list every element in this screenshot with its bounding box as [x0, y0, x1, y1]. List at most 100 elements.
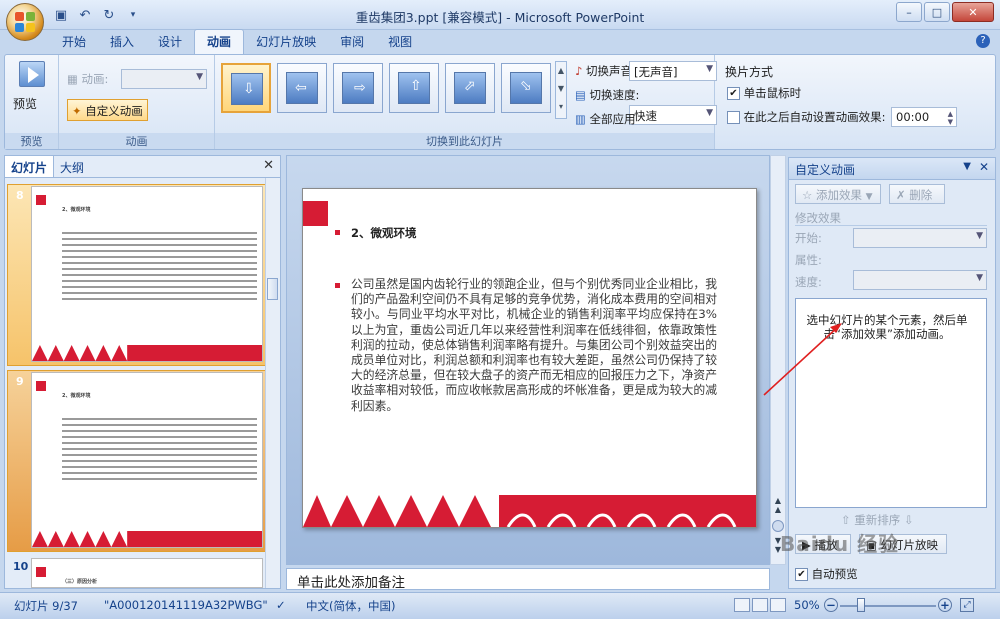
gallery-scroll[interactable]: ▲ ▼ ▾: [555, 61, 567, 119]
language-indicator[interactable]: 中文(简体，中国): [306, 598, 395, 614]
normal-view-icon[interactable]: [734, 598, 750, 612]
transition-sound-dropdown[interactable]: [无声音] ▼: [629, 61, 717, 81]
thumb-heading: 2、微观环境: [62, 393, 91, 399]
tab-design[interactable]: 设计: [146, 30, 194, 54]
current-slide[interactable]: 2、微观环境 公司虽然是国内齿轮行业的领跑企业，但与个别优秀同业企业相比，我们的…: [302, 188, 757, 528]
task-pane-menu-icon[interactable]: ▼: [963, 161, 971, 172]
transition-cover-down[interactable]: ⇩: [221, 63, 271, 113]
spinner-icon[interactable]: ▲ ▼: [948, 110, 953, 126]
redo-icon[interactable]: ↻: [100, 6, 118, 24]
zoom-in-icon[interactable]: +: [938, 598, 952, 612]
spell-check-icon[interactable]: ✓: [276, 598, 286, 612]
slide-heading[interactable]: 2、微观环境: [351, 225, 417, 241]
speed-icon: ▤: [575, 88, 586, 102]
task-pane-title: 自定义动画: [795, 163, 856, 177]
tab-home[interactable]: 开始: [50, 30, 98, 54]
zoom-level[interactable]: 50%: [794, 598, 820, 612]
transition-cover-up[interactable]: ⇧: [389, 63, 439, 113]
remove-icon: ✗: [896, 188, 906, 202]
close-icon[interactable]: ✕: [263, 158, 274, 173]
tab-view[interactable]: 视图: [376, 30, 424, 54]
ribbon: 预览 预览 ▦ 动画: ▼ ✦ 自定义动画 动画 ⇩ ⇦ ⇨ ⇧ ⬀ ⬂ ▲ ▼…: [4, 54, 996, 150]
close-icon[interactable]: ✕: [979, 160, 989, 174]
animation-dropdown[interactable]: ▼: [121, 69, 207, 89]
arrow-left-icon: ⇦: [295, 80, 307, 96]
add-effect-button[interactable]: ☆ 添加效果 ▼: [795, 184, 881, 204]
move-up-icon[interactable]: ⇧: [841, 513, 851, 527]
slide-thumbnail-8[interactable]: 2、微观环境: [31, 186, 263, 362]
start-label: 开始:: [795, 231, 822, 245]
transition-cover-right[interactable]: ⇨: [333, 63, 383, 113]
previous-slide-icon[interactable]: ▲ ▲: [772, 496, 784, 518]
slides-pane-scrollbar[interactable]: [265, 178, 280, 588]
start-dropdown[interactable]: ▼: [853, 228, 987, 248]
undo-icon[interactable]: ↶: [76, 6, 94, 24]
advance-title: 换片方式: [725, 65, 774, 79]
zoom-out-icon[interactable]: −: [824, 598, 838, 612]
apply-all-button[interactable]: ▥ 全部应用: [575, 111, 636, 127]
slide-body-text[interactable]: 公司虽然是国内齿轮行业的领跑企业，但与个别优秀同业企业相比，我们的产品盈利空间仍…: [351, 277, 717, 414]
tab-review[interactable]: 审阅: [328, 30, 376, 54]
transition-group-label: 切换到此幻灯片: [215, 133, 714, 149]
animation-group-label: 动画: [59, 133, 214, 149]
tab-animations[interactable]: 动画: [194, 29, 245, 54]
slides-pane: 幻灯片 大纲 ✕ 8 2、微观环境 9 2、微观环境 10 （三）原因分析: [4, 155, 281, 589]
modify-effect-title: 修改效果: [795, 211, 841, 225]
customize-qat-icon[interactable]: ▾: [124, 6, 142, 24]
divider: [795, 225, 987, 226]
slide-sorter-view-icon[interactable]: [752, 598, 768, 612]
on-click-checkbox[interactable]: ✔: [727, 87, 740, 100]
preview-icon[interactable]: [19, 61, 45, 87]
tab-slides[interactable]: 幻灯片: [5, 156, 55, 177]
help-icon[interactable]: ?: [976, 34, 990, 48]
auto-advance-time-input[interactable]: 00:00 ▲ ▼: [891, 107, 957, 127]
transition-cover-up-right[interactable]: ⬀: [445, 63, 495, 113]
slide-number: 9: [16, 375, 24, 388]
transition-speed-dropdown[interactable]: 快速 ▼: [629, 105, 717, 125]
office-button[interactable]: [6, 3, 44, 41]
watermark-text: Baidu 经验: [780, 532, 900, 556]
zoom-slider-thumb[interactable]: [857, 598, 866, 612]
transition-cover-left[interactable]: ⇦: [277, 63, 327, 113]
minimize-button[interactable]: –: [896, 2, 922, 22]
status-bar: 幻灯片 9/37 "A000120141119A32PWBG" ✓ 中文(简体，…: [0, 592, 1000, 619]
maximize-button[interactable]: □: [924, 2, 950, 22]
auto-preview-checkbox[interactable]: ✔: [795, 568, 808, 581]
zoom-slider-track[interactable]: [840, 605, 936, 607]
fit-to-window-icon[interactable]: ⤢: [960, 598, 974, 612]
move-down-icon[interactable]: ⇩: [904, 513, 914, 527]
slideshow-view-icon[interactable]: [770, 598, 786, 612]
tab-outline[interactable]: 大纲: [54, 156, 90, 177]
close-button[interactable]: ✕: [952, 2, 994, 22]
chevron-down-icon: ▼: [865, 192, 873, 202]
transition-group: ⇩ ⇦ ⇨ ⇧ ⬀ ⬂ ▲ ▼ ▾ ♪ 切换声音: [无声音] ▼ ▤ 切换速度…: [215, 55, 717, 149]
tab-insert[interactable]: 插入: [98, 30, 146, 54]
quick-access-toolbar: ▣ ↶ ↻ ▾: [52, 6, 142, 24]
preview-button[interactable]: 预览: [13, 95, 37, 112]
transition-cover-down-right[interactable]: ⬂: [501, 63, 551, 113]
remove-effect-button[interactable]: ✗ 删除: [889, 184, 945, 204]
auto-preview-option[interactable]: ✔ 自动预览: [795, 566, 858, 582]
slide-accent-mark: [36, 567, 46, 577]
animation-label: ▦ 动画:: [67, 72, 109, 86]
on-click-option[interactable]: ✔ 单击鼠标时: [727, 85, 801, 101]
property-dropdown[interactable]: ▼: [853, 270, 987, 290]
slide-number: 8: [16, 189, 24, 202]
notes-input[interactable]: 单击此处添加备注: [286, 568, 770, 591]
scroll-thumb[interactable]: [267, 278, 278, 300]
heart-border-image[interactable]: [303, 491, 757, 527]
advance-group: 换片方式 ✔ 单击鼠标时 在此之后自动设置动画效果: 00:00 ▲ ▼: [717, 55, 973, 149]
custom-animation-icon: ✦: [72, 104, 82, 118]
apply-all-icon: ▥: [575, 112, 586, 126]
slide-accent-mark: [36, 381, 46, 391]
thumb-body-lines: [62, 232, 257, 304]
slide-thumbnail-10[interactable]: （三）原因分析: [31, 558, 263, 588]
tab-slideshow[interactable]: 幻灯片放映: [244, 30, 328, 54]
heart-border-image: [32, 345, 262, 361]
slide-thumbnail-9[interactable]: 2、微观环境: [31, 372, 263, 548]
save-icon[interactable]: ▣: [52, 6, 70, 24]
thumb-heading: （三）原因分析: [62, 579, 98, 585]
custom-animation-button[interactable]: ✦ 自定义动画: [67, 99, 148, 121]
auto-advance-checkbox[interactable]: [727, 111, 740, 124]
auto-advance-option[interactable]: 在此之后自动设置动画效果:: [727, 109, 886, 125]
